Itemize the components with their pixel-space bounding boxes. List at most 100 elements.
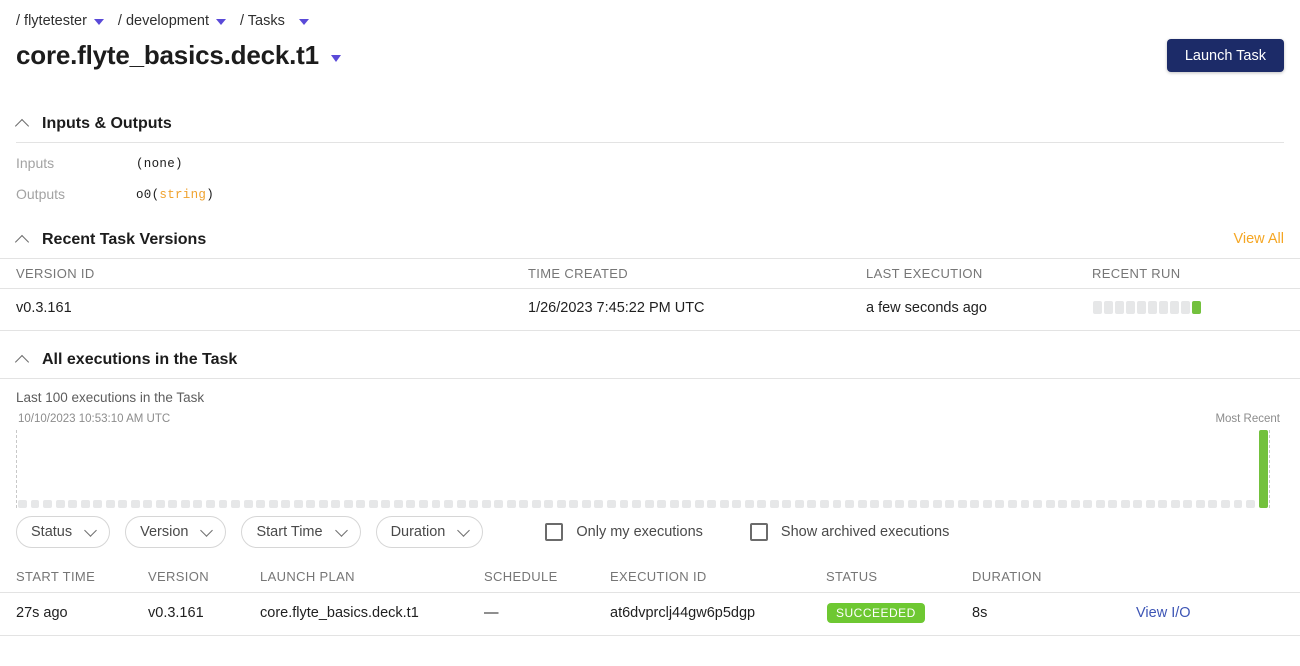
run-square-empty[interactable] [1093,301,1102,314]
chart-bar-empty[interactable] [531,500,541,508]
chart-bar-empty[interactable] [982,500,992,508]
launch-task-button[interactable]: Launch Task [1166,39,1284,72]
chart-bar-empty[interactable] [907,500,917,508]
collapse-chevron-up-icon[interactable] [16,353,30,367]
breadcrumb-project-chevron-down-icon[interactable] [93,19,104,25]
chart-bar-empty[interactable] [556,500,566,508]
chart-bar-empty[interactable] [619,500,629,508]
chart-bar-empty[interactable] [895,500,905,508]
chart-bar-empty[interactable] [581,500,591,508]
chart-bar-empty[interactable] [218,500,228,508]
chart-bar-empty[interactable] [832,500,842,508]
chart-bar-empty[interactable] [995,500,1005,508]
checkbox-box-icon[interactable] [545,523,564,541]
chart-bar-empty[interactable] [882,500,892,508]
chart-bar-empty[interactable] [719,500,729,508]
collapse-chevron-up-icon[interactable] [16,233,30,247]
chart-bar-empty[interactable] [419,500,428,508]
chart-bar-empty[interactable] [544,500,554,508]
chart-bar-empty[interactable] [1170,500,1180,508]
chart-bar-empty[interactable] [794,500,804,508]
chart-bar-empty[interactable] [268,500,278,508]
filter-duration-button[interactable]: Duration [375,516,484,548]
chart-bar-empty[interactable] [694,500,704,508]
breadcrumb-item-project[interactable]: / flytetester [16,13,87,29]
chart-bar-empty[interactable] [606,500,616,508]
filter-version-button[interactable]: Version [125,516,227,548]
chart-bar-empty[interactable] [782,500,792,508]
chart-bar-empty[interactable] [1145,500,1155,508]
chart-bar-empty[interactable] [769,500,779,508]
chart-bar-empty[interactable] [118,500,128,508]
chart-bar-empty[interactable] [744,500,754,508]
chart-bar-empty[interactable] [1033,500,1042,508]
chart-bar-empty[interactable] [644,500,654,508]
chart-bar-empty[interactable] [1058,500,1068,508]
show-archived-executions-checkbox[interactable]: Show archived executions [749,523,949,541]
chart-bar-empty[interactable] [406,500,416,508]
run-square-empty[interactable] [1137,301,1146,314]
chart-bar-empty[interactable] [945,500,955,508]
checkbox-box-icon[interactable] [749,523,768,541]
chart-bar-empty[interactable] [306,500,316,508]
run-square-empty[interactable] [1148,301,1157,314]
filter-start-time-button[interactable]: Start Time [241,516,361,548]
run-square-empty[interactable] [1181,301,1190,314]
chart-bar-empty[interactable] [870,500,880,508]
chart-bar-empty[interactable] [105,500,115,508]
chart-bar-empty[interactable] [757,500,767,508]
chart-bar-empty[interactable] [519,500,529,508]
chart-bar-empty[interactable] [43,500,52,508]
breadcrumb-tasks-chevron-down-icon[interactable] [298,19,309,25]
chart-bar-empty[interactable] [857,500,867,508]
chart-bar-succeeded[interactable] [1258,430,1268,508]
chart-bar-empty[interactable] [193,500,203,508]
chart-bar-empty[interactable] [1120,500,1130,508]
run-square-empty[interactable] [1159,301,1168,314]
chart-bar-empty[interactable] [1070,500,1080,508]
chart-bar-empty[interactable] [293,500,303,508]
chart-bar-empty[interactable] [456,500,466,508]
chart-bar-empty[interactable] [1020,500,1030,508]
chart-bar-empty[interactable] [1221,500,1230,508]
run-square-empty[interactable] [1104,301,1113,314]
section-header-inputs-outputs[interactable]: Inputs & Outputs [16,113,172,135]
breadcrumb-domain-chevron-down-icon[interactable] [216,19,227,25]
chart-bar-empty[interactable] [180,500,190,508]
chart-bar-empty[interactable] [1246,500,1255,508]
section-header-all-executions[interactable]: All executions in the Task [16,349,237,371]
chart-bar-empty[interactable] [256,500,266,508]
chart-bar-empty[interactable] [1183,500,1193,508]
chart-bar-empty[interactable] [431,500,441,508]
title-chevron-down-icon[interactable] [330,55,341,62]
chart-bar-empty[interactable] [494,500,504,508]
chart-bar-empty[interactable] [807,500,817,508]
chart-bar-empty[interactable] [682,500,692,508]
run-square-empty[interactable] [1170,301,1179,314]
chart-bar-empty[interactable] [1233,500,1243,508]
chart-bar-empty[interactable] [632,500,641,508]
chart-bar-empty[interactable] [1208,500,1218,508]
chart-bar-empty[interactable] [343,500,353,508]
chart-bar-empty[interactable] [243,500,253,508]
run-square-empty[interactable] [1115,301,1124,314]
chart-bar-empty[interactable] [845,500,854,508]
chart-bar-empty[interactable] [669,500,679,508]
chart-bar-empty[interactable] [18,500,27,508]
breadcrumb-item-domain[interactable]: / development [118,13,209,29]
chart-bar-empty[interactable] [1108,500,1118,508]
chart-bar-empty[interactable] [707,500,717,508]
chart-bar-empty[interactable] [481,500,491,508]
chart-bar-empty[interactable] [393,500,403,508]
section-header-recent-task-versions[interactable]: Recent Task Versions [16,229,206,251]
chart-bar-empty[interactable] [205,500,215,508]
chart-bar-empty[interactable] [356,500,366,508]
chart-bar-empty[interactable] [932,500,942,508]
chart-bar-empty[interactable] [1007,500,1017,508]
view-all-link[interactable]: View All [1233,231,1284,247]
chart-bar-empty[interactable] [1133,500,1143,508]
chart-bar-empty[interactable] [231,500,240,508]
filter-status-button[interactable]: Status [16,516,111,548]
chart-bar-empty[interactable] [130,500,140,508]
cell-execution-id[interactable]: at6dvprclj44gw6p5dgp [610,605,755,621]
